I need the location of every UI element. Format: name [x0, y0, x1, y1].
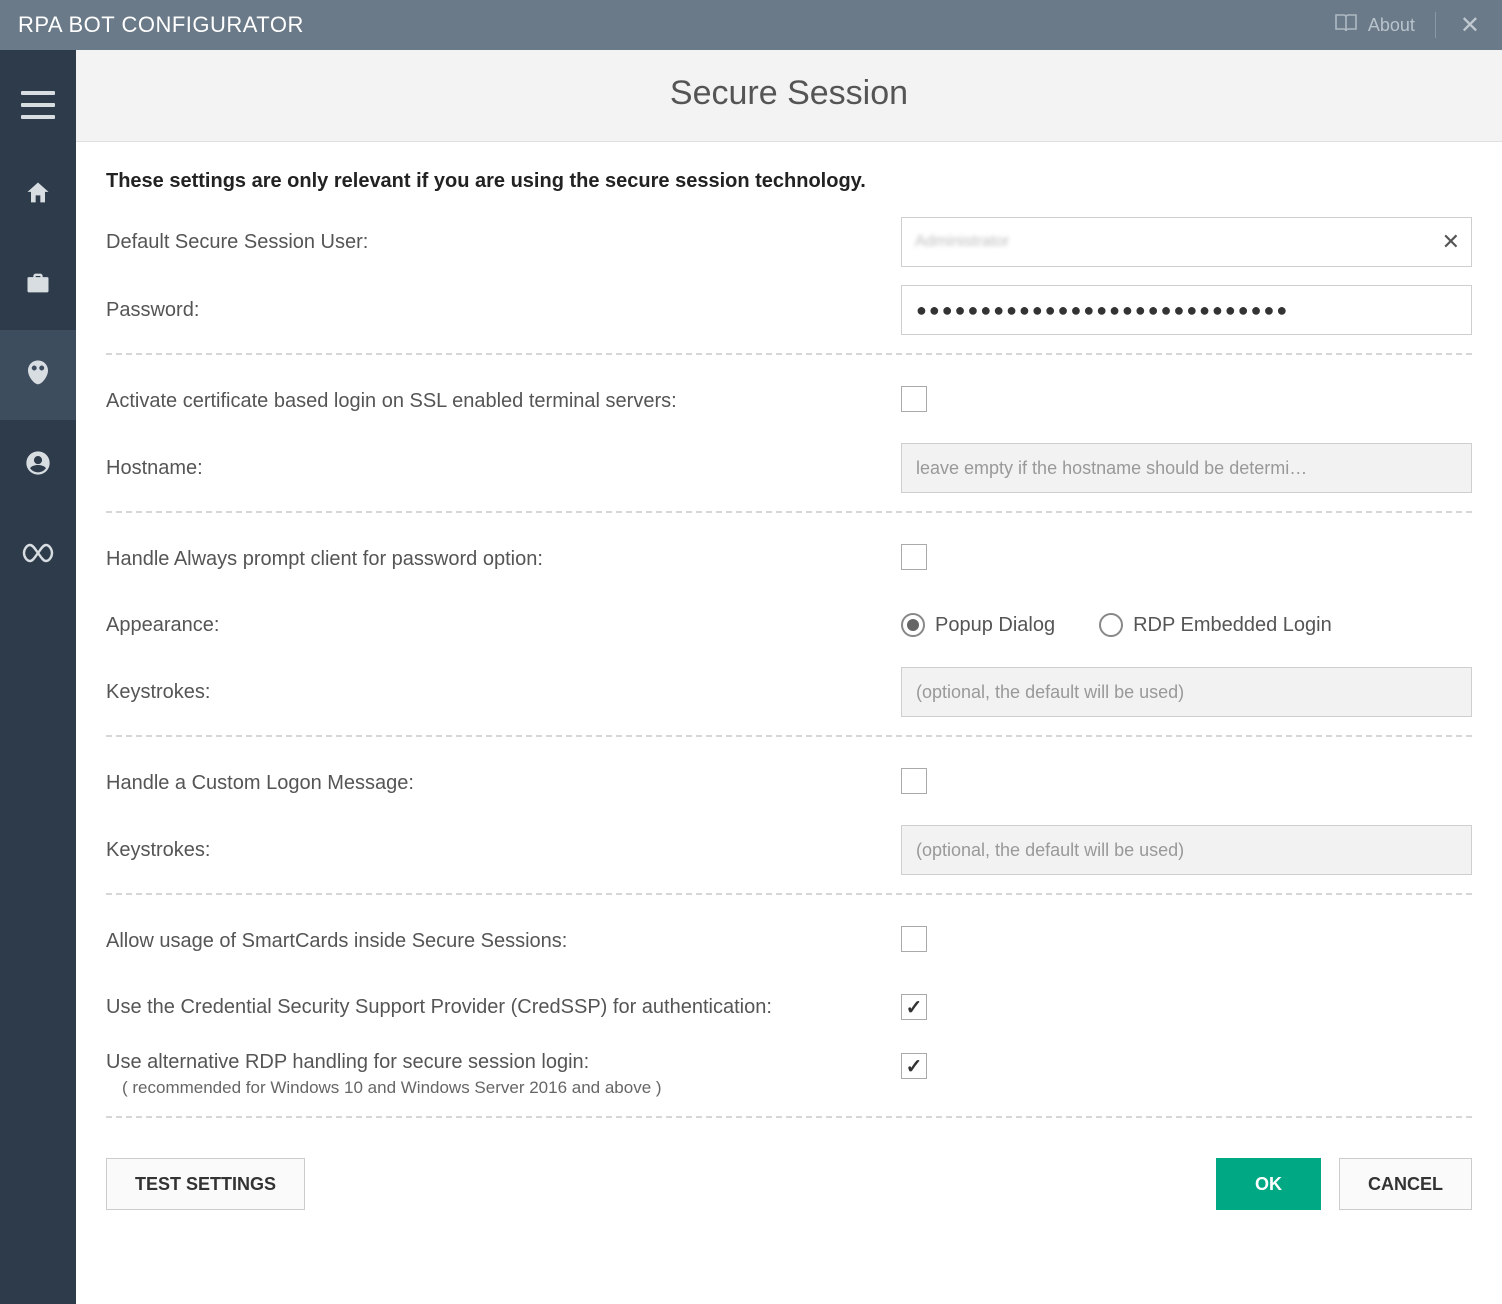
appearance-popup-label: Popup Dialog — [935, 614, 1055, 637]
titlebar: RPA BOT CONFIGURATOR About ✕ — [0, 0, 1502, 50]
hamburger-icon — [21, 87, 55, 123]
sidebar-item-menu[interactable] — [0, 60, 76, 150]
smartcards-label: Allow usage of SmartCards inside Secure … — [106, 930, 901, 953]
radio-dot-icon — [1099, 613, 1123, 637]
cert-login-checkbox[interactable] — [901, 386, 927, 412]
about-label: About — [1368, 15, 1415, 36]
appearance-label: Appearance: — [106, 614, 901, 637]
infinity-icon — [22, 543, 54, 568]
titlebar-divider — [1435, 12, 1436, 38]
divider — [106, 893, 1472, 895]
alt-rdp-label: Use alternative RDP handling for secure … — [106, 1051, 901, 1074]
footer-buttons: TEST SETTINGS OK CANCEL — [106, 1140, 1472, 1210]
sidebar-item-infinity[interactable] — [0, 510, 76, 600]
divider — [106, 353, 1472, 355]
password-label: Password: — [106, 299, 901, 322]
default-user-value: Administrator — [915, 233, 1009, 251]
sidebar — [0, 50, 76, 1304]
clear-user-button[interactable]: ✕ — [1442, 229, 1460, 255]
keystrokes2-label: Keystrokes: — [106, 839, 901, 862]
user-circle-icon — [24, 449, 52, 482]
appearance-radio-group: Popup Dialog RDP Embedded Login — [901, 613, 1472, 637]
keystrokes-input[interactable] — [901, 667, 1472, 717]
page-header: Secure Session — [76, 50, 1502, 142]
keystrokes2-input[interactable] — [901, 825, 1472, 875]
sidebar-item-home[interactable] — [0, 150, 76, 240]
book-icon — [1334, 13, 1358, 38]
intro-text: These settings are only relevant if you … — [106, 170, 1472, 193]
credssp-label: Use the Credential Security Support Prov… — [106, 996, 901, 1019]
handle-prompt-label: Handle Always prompt client for password… — [106, 548, 901, 571]
close-icon: ✕ — [1442, 229, 1460, 254]
alien-icon — [23, 358, 53, 393]
custom-logon-label: Handle a Custom Logon Message: — [106, 772, 901, 795]
close-icon: ✕ — [1460, 12, 1480, 39]
sidebar-item-user[interactable] — [0, 420, 76, 510]
divider — [106, 511, 1472, 513]
test-settings-button[interactable]: TEST SETTINGS — [106, 1158, 305, 1210]
sidebar-item-briefcase[interactable] — [0, 240, 76, 330]
main-panel: Secure Session These settings are only r… — [76, 50, 1502, 1304]
hostname-label: Hostname: — [106, 457, 901, 480]
ok-button[interactable]: OK — [1216, 1158, 1321, 1210]
smartcards-checkbox[interactable] — [901, 926, 927, 952]
page-title: Secure Session — [96, 74, 1482, 113]
sidebar-item-secure-session[interactable] — [0, 330, 76, 420]
alt-rdp-note: ( recommended for Windows 10 and Windows… — [122, 1078, 901, 1098]
appearance-radio-rdp[interactable]: RDP Embedded Login — [1099, 613, 1332, 637]
handle-prompt-checkbox[interactable] — [901, 544, 927, 570]
content-area: These settings are only relevant if you … — [76, 142, 1502, 1304]
cert-login-label: Activate certificate based login on SSL … — [106, 390, 901, 413]
credssp-checkbox[interactable] — [901, 994, 927, 1020]
appearance-radio-popup[interactable]: Popup Dialog — [901, 613, 1055, 637]
alt-rdp-checkbox[interactable] — [901, 1053, 927, 1079]
briefcase-icon — [24, 269, 52, 302]
hostname-input[interactable] — [901, 443, 1472, 493]
password-input[interactable] — [901, 285, 1472, 335]
appearance-rdp-label: RDP Embedded Login — [1133, 614, 1332, 637]
custom-logon-checkbox[interactable] — [901, 768, 927, 794]
keystrokes-label: Keystrokes: — [106, 681, 901, 704]
divider — [106, 1116, 1472, 1118]
divider — [106, 735, 1472, 737]
default-user-label: Default Secure Session User: — [106, 231, 901, 254]
app-title: RPA BOT CONFIGURATOR — [18, 12, 304, 38]
radio-dot-icon — [901, 613, 925, 637]
cancel-button[interactable]: CANCEL — [1339, 1158, 1472, 1210]
home-icon — [24, 179, 52, 212]
about-button[interactable]: About — [1334, 13, 1415, 38]
close-button[interactable]: ✕ — [1456, 11, 1484, 40]
